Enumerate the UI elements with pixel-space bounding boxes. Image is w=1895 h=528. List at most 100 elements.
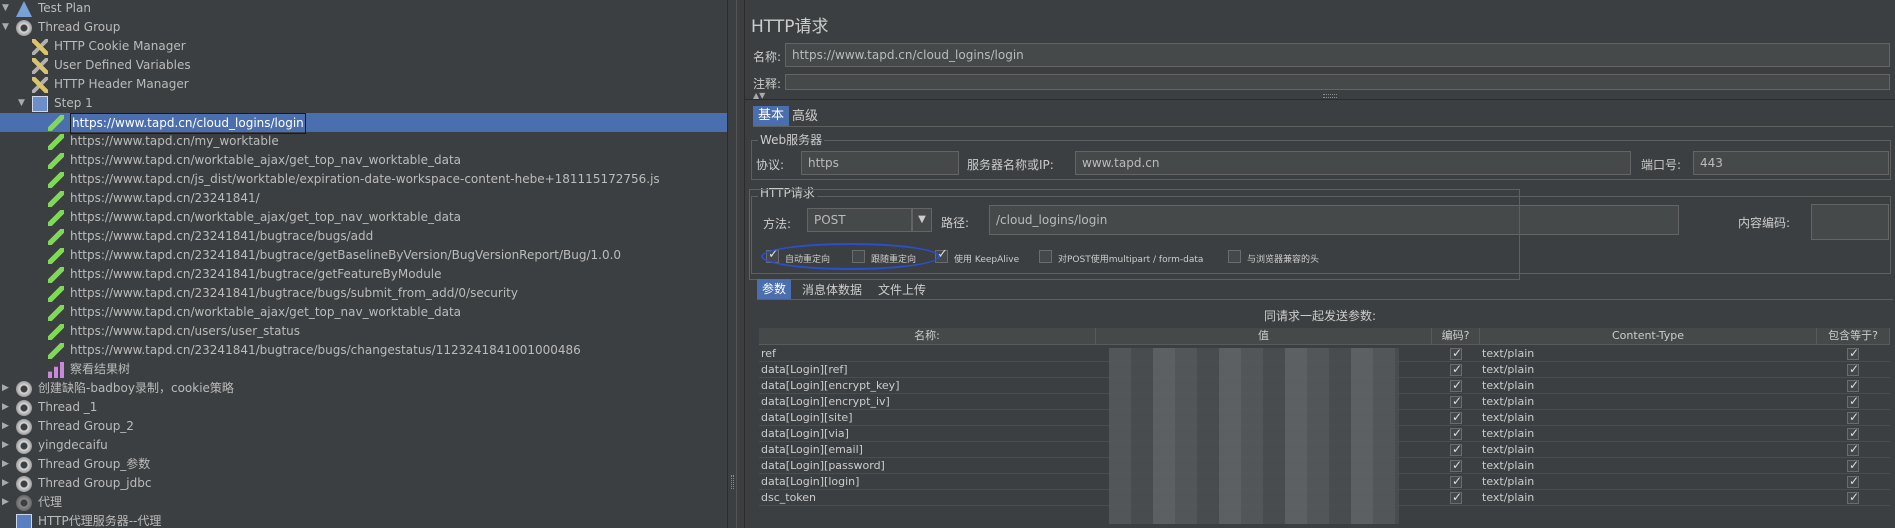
column-header-include-equals[interactable]: 包含等于?	[1817, 328, 1890, 345]
include-equals-checkbox[interactable]	[1847, 345, 1859, 361]
column-header-content-type[interactable]: Content-Type	[1480, 328, 1817, 345]
param-name[interactable]: data[Login][site]	[761, 410, 853, 426]
param-name[interactable]: data[Login][password]	[761, 458, 885, 474]
tree-item[interactable]: ▶ Thread Group_2	[0, 417, 720, 436]
tree-item[interactable]: ▶ Thread Group_jdbc	[0, 474, 720, 493]
encode-checkbox[interactable]	[1450, 409, 1462, 425]
resize-grip-icon[interactable]	[1323, 94, 1337, 98]
tree-item[interactable]: https://www.tapd.cn/worktable_ajax/get_t…	[0, 151, 720, 170]
include-equals-checkbox[interactable]	[1847, 361, 1859, 377]
tab-parameters[interactable]: 参数	[757, 279, 792, 299]
server-field[interactable]: www.tapd.cn	[1075, 151, 1631, 175]
tree-item[interactable]: https://www.tapd.cn/23241841/bugtrace/ge…	[0, 265, 720, 284]
tree-item[interactable]: HTTP代理服务器--代理	[0, 512, 720, 528]
include-equals-checkbox[interactable]	[1847, 489, 1859, 505]
tree-item[interactable]: https://www.tapd.cn/23241841/bugtrace/bu…	[0, 341, 720, 360]
include-equals-checkbox[interactable]	[1847, 441, 1859, 457]
param-name[interactable]: dsc_token	[761, 490, 816, 506]
content-type-cell[interactable]: text/plain	[1482, 426, 1534, 442]
tree-item[interactable]: https://www.tapd.cn/my_worktable	[0, 132, 720, 151]
tree-item[interactable]: ▶ 代理	[0, 493, 720, 512]
column-header-value[interactable]: 值	[1096, 328, 1432, 345]
tree-item[interactable]: https://www.tapd.cn/worktable_ajax/get_t…	[0, 208, 720, 227]
content-type-cell[interactable]: text/plain	[1482, 362, 1534, 378]
tree-item[interactable]: https://www.tapd.cn/cloud_logins/login	[0, 113, 727, 134]
tab-file-upload[interactable]: 文件上传	[873, 280, 931, 300]
tab-body-data[interactable]: 消息体数据	[797, 280, 867, 300]
content-type-cell[interactable]: text/plain	[1482, 410, 1534, 426]
encode-checkbox[interactable]	[1450, 457, 1462, 473]
tree-item[interactable]: ▶ 创建缺陷-badboy录制，cookie策略	[0, 379, 720, 398]
tree-item[interactable]: User Defined Variables	[0, 56, 720, 75]
tree-item[interactable]: ▼ Test Plan	[0, 0, 720, 18]
include-equals-checkbox[interactable]	[1847, 393, 1859, 409]
collapsed-toggle-icon[interactable]: ▶	[2, 436, 12, 455]
encode-checkbox[interactable]	[1450, 473, 1462, 489]
include-equals-checkbox[interactable]	[1847, 409, 1859, 425]
encode-checkbox[interactable]	[1450, 425, 1462, 441]
collapsed-toggle-icon[interactable]: ▶	[2, 455, 12, 474]
content-type-cell[interactable]: text/plain	[1482, 442, 1534, 458]
divider-grip[interactable]	[731, 475, 734, 489]
content-encoding-field[interactable]	[1811, 204, 1889, 240]
content-type-cell[interactable]: text/plain	[1482, 346, 1534, 362]
collapsed-toggle-icon[interactable]: ▶	[2, 379, 12, 398]
comment-field[interactable]	[785, 74, 1890, 90]
collapsed-toggle-icon[interactable]: ▶	[2, 417, 12, 436]
tab-advanced[interactable]: 高级	[787, 107, 823, 127]
expanded-toggle-icon[interactable]: ▼	[18, 94, 28, 113]
param-name[interactable]: data[Login][email]	[761, 442, 863, 458]
collapsed-toggle-icon[interactable]: ▶	[2, 474, 12, 493]
tree-item[interactable]: https://www.tapd.cn/23241841/bugtrace/ge…	[0, 246, 720, 265]
encode-checkbox[interactable]	[1450, 361, 1462, 377]
tree-item[interactable]: ▶ Thread _1	[0, 398, 720, 417]
tree-item[interactable]: https://www.tapd.cn/23241841/	[0, 189, 720, 208]
param-name[interactable]: data[Login][via]	[761, 426, 849, 442]
tab-basic[interactable]: 基本	[753, 106, 790, 126]
include-equals-checkbox[interactable]	[1847, 425, 1859, 441]
tree-scrollbar[interactable]	[737, 0, 745, 528]
name-field[interactable]: https://www.tapd.cn/cloud_logins/login	[785, 43, 1890, 67]
port-field[interactable]: 443	[1693, 151, 1889, 175]
tree-item[interactable]: https://www.tapd.cn/users/user_status	[0, 322, 720, 341]
param-name[interactable]: data[Login][login]	[761, 474, 859, 490]
tree-item[interactable]: https://www.tapd.cn/worktable_ajax/get_t…	[0, 303, 720, 322]
param-name[interactable]: data[Login][ref]	[761, 362, 848, 378]
tree-item[interactable]: ▼ Thread Group	[0, 18, 720, 37]
param-name[interactable]: ref	[761, 346, 776, 362]
encode-checkbox[interactable]	[1450, 441, 1462, 457]
tree-item[interactable]: https://www.tapd.cn/23241841/bugtrace/bu…	[0, 227, 720, 246]
expanded-toggle-icon[interactable]: ▼	[2, 18, 12, 37]
include-equals-checkbox[interactable]	[1847, 457, 1859, 473]
content-type-cell[interactable]: text/plain	[1482, 458, 1534, 474]
encode-checkbox[interactable]	[1450, 377, 1462, 393]
test-plan-tree[interactable]: ▼ Test Plan ▼ Thread Group HTTP Cookie Manag…	[0, 0, 727, 528]
expanded-toggle-icon[interactable]: ▼	[2, 0, 12, 18]
tree-item[interactable]: ▶ Thread Group_参数	[0, 455, 720, 474]
content-type-cell[interactable]: text/plain	[1482, 474, 1534, 490]
collapsed-toggle-icon[interactable]: ▶	[2, 493, 12, 512]
tree-item[interactable]: HTTP Header Manager	[0, 75, 720, 94]
content-type-cell[interactable]: text/plain	[1482, 490, 1534, 506]
content-type-cell[interactable]: text/plain	[1482, 394, 1534, 410]
collapsed-toggle-icon[interactable]: ▶	[2, 398, 12, 417]
encode-checkbox[interactable]	[1450, 489, 1462, 505]
param-name[interactable]: data[Login][encrypt_key]	[761, 378, 900, 394]
include-equals-checkbox[interactable]	[1847, 473, 1859, 489]
encode-checkbox[interactable]	[1450, 393, 1462, 409]
tree-item[interactable]: HTTP Cookie Manager	[0, 37, 720, 56]
column-header-encode[interactable]: 编码?	[1432, 328, 1480, 345]
encode-checkbox[interactable]	[1450, 345, 1462, 361]
tree-item[interactable]: https://www.tapd.cn/js_dist/worktable/ex…	[0, 170, 720, 189]
protocol-field[interactable]: https	[801, 151, 959, 175]
column-header-name[interactable]: 名称:	[759, 328, 1096, 345]
tree-item[interactable]: ▼ Step 1	[0, 94, 720, 113]
param-name[interactable]: data[Login][encrypt_iv]	[761, 394, 890, 410]
tree-item[interactable]: ▶ yingdecaifu	[0, 436, 720, 455]
annotation-blue-ellipse	[761, 243, 940, 270]
content-type-cell[interactable]: text/plain	[1482, 378, 1534, 394]
include-equals-checkbox[interactable]	[1847, 377, 1859, 393]
split-pane-divider[interactable]	[727, 0, 737, 528]
tree-item[interactable]: https://www.tapd.cn/23241841/bugtrace/bu…	[0, 284, 720, 303]
tree-item[interactable]: 察看结果树	[0, 360, 720, 379]
